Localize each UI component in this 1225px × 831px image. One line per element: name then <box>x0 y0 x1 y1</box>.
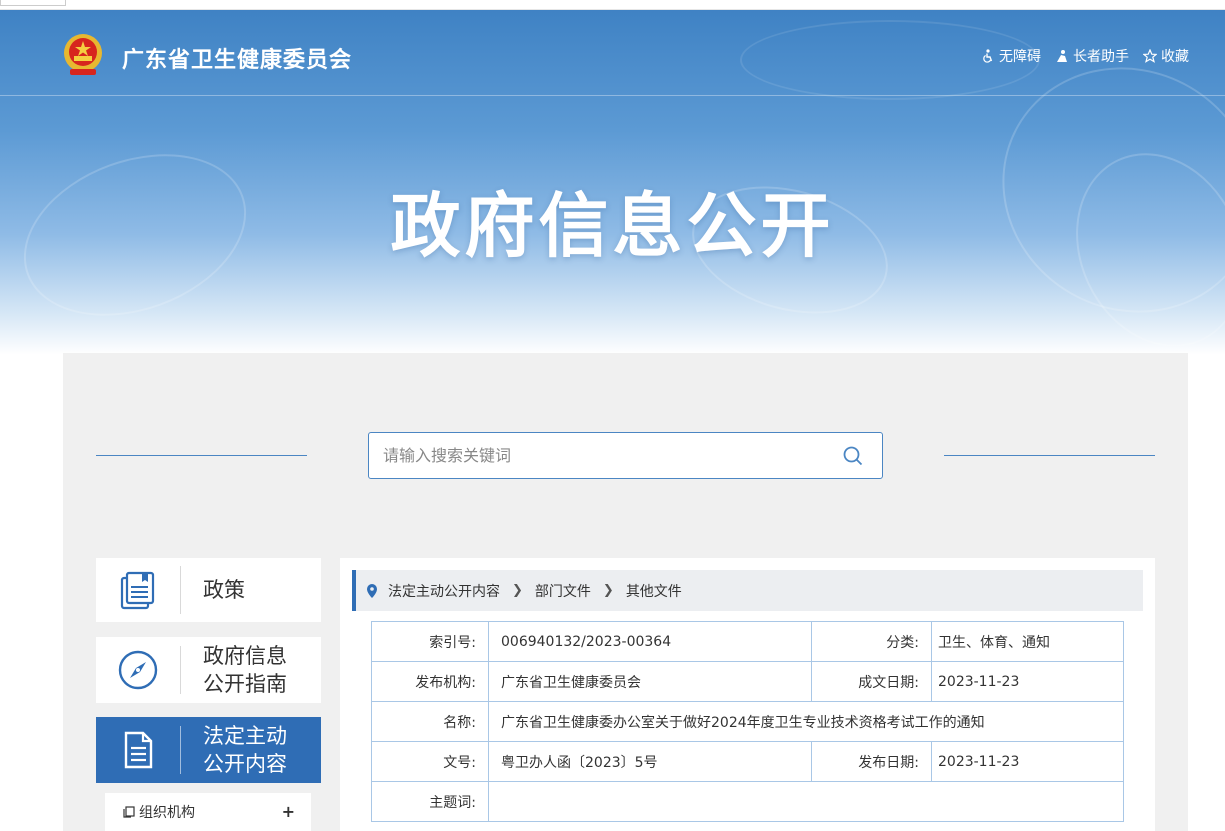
compass-icon <box>118 650 158 690</box>
created-date-value: 2023-11-23 <box>931 661 1124 702</box>
divider-right <box>944 455 1155 456</box>
breadcrumb: 法定主动公开内容 ❯ 部门文件 ❯ 其他文件 <box>352 570 1143 611</box>
accessibility-label: 无障碍 <box>999 49 1041 65</box>
nav-item-label: 政策 <box>203 578 245 602</box>
table-row: 发布机构: 广东省卫生健康委员会 成文日期: 2023-11-23 <box>371 661 1124 702</box>
table-row: 文号: 粤卫办人函〔2023〕5号 发布日期: 2023-11-23 <box>371 741 1124 782</box>
subject-value <box>488 781 1124 822</box>
elder-assist-link[interactable]: 长者助手 <box>1055 46 1129 66</box>
nav-separator <box>180 726 181 774</box>
index-no-value: 006940132/2023-00364 <box>488 621 812 662</box>
banner-title: 政府信息公开 <box>390 185 835 267</box>
national-emblem-icon <box>64 34 102 75</box>
header-tools: 无障碍 长者助手 收藏 <box>981 46 1189 66</box>
document-meta-table: 索引号: 006940132/2023-00364 分类: 卫生、体育、通知 发… <box>371 621 1124 822</box>
star-icon <box>1143 49 1157 63</box>
expand-icon[interactable]: + <box>282 802 295 821</box>
doc-no-value: 粤卫办人函〔2023〕5号 <box>488 741 812 782</box>
accessibility-link[interactable]: 无障碍 <box>981 46 1041 66</box>
nav-separator <box>180 646 181 694</box>
banner: 广东省卫生健康委员会 无障碍 长者助手 收藏 政府信息公开 <box>0 10 1225 355</box>
nav-item-policy[interactable]: 政策 <box>96 558 321 622</box>
copy-icon <box>123 806 135 818</box>
sub-item-label: 组织机构 <box>139 805 195 821</box>
main-panel: 政策 政府信息公开指南 法定主动公开内容 <box>63 353 1188 831</box>
name-value: 广东省卫生健康委办公室关于做好2024年度卫生专业技术资格考试工作的通知 <box>488 701 1124 742</box>
subject-label: 主题词: <box>371 781 489 822</box>
published-date-label: 发布日期: <box>811 741 932 782</box>
browser-tab-stub[interactable] <box>0 0 66 6</box>
bookmark-link[interactable]: 收藏 <box>1143 46 1189 66</box>
content-area: 法定主动公开内容 ❯ 部门文件 ❯ 其他文件 索引号: 006940132/20… <box>340 558 1155 831</box>
table-row: 名称: 广东省卫生健康委办公室关于做好2024年度卫生专业技术资格考试工作的通知 <box>371 701 1124 742</box>
location-pin-icon <box>367 583 377 598</box>
doc-no-label: 文号: <box>371 741 489 782</box>
bookmark-label: 收藏 <box>1161 49 1189 65</box>
search-input[interactable] <box>383 433 823 478</box>
breadcrumb-statutory-content[interactable]: 法定主动公开内容 <box>388 581 500 601</box>
category-value: 卫生、体育、通知 <box>931 621 1124 662</box>
breadcrumb-other-docs[interactable]: 其他文件 <box>626 581 682 601</box>
table-row: 主题词: <box>371 781 1124 822</box>
nav-item-label: 法定主动公开内容 <box>203 724 287 776</box>
document-icon <box>124 731 153 769</box>
created-date-label: 成文日期: <box>811 661 932 702</box>
nav-separator <box>180 566 181 614</box>
accessibility-icon <box>983 49 993 63</box>
name-label: 名称: <box>371 701 489 742</box>
nav-item-label: 政府信息公开指南 <box>203 644 287 696</box>
document-stack-icon <box>120 571 155 610</box>
nav-item-statutory-content[interactable]: 法定主动公开内容 <box>96 717 321 783</box>
category-label: 分类: <box>811 621 932 662</box>
chevron-right-icon: ❯ <box>602 583 614 598</box>
issuer-label: 发布机构: <box>371 661 489 702</box>
chevron-right-icon: ❯ <box>512 583 523 598</box>
search-box <box>368 432 883 479</box>
issuer-value: 广东省卫生健康委员会 <box>488 661 812 702</box>
search-icon[interactable] <box>842 445 864 467</box>
table-row: 索引号: 006940132/2023-00364 分类: 卫生、体育、通知 <box>371 621 1124 662</box>
header: 广东省卫生健康委员会 无障碍 长者助手 收藏 <box>0 10 1225 96</box>
breadcrumb-department-docs[interactable]: 部门文件 <box>535 581 591 601</box>
nav-item-guide[interactable]: 政府信息公开指南 <box>96 637 321 703</box>
sub-item-organization[interactable]: 组织机构 + <box>105 793 311 831</box>
site-name[interactable]: 广东省卫生健康委员会 <box>122 42 352 74</box>
elder-assist-icon <box>1057 50 1067 62</box>
published-date-value: 2023-11-23 <box>931 741 1124 782</box>
elder-assist-label: 长者助手 <box>1073 49 1129 65</box>
browser-top-strip <box>0 0 1225 10</box>
index-no-label: 索引号: <box>371 621 489 662</box>
divider-left <box>96 455 307 456</box>
